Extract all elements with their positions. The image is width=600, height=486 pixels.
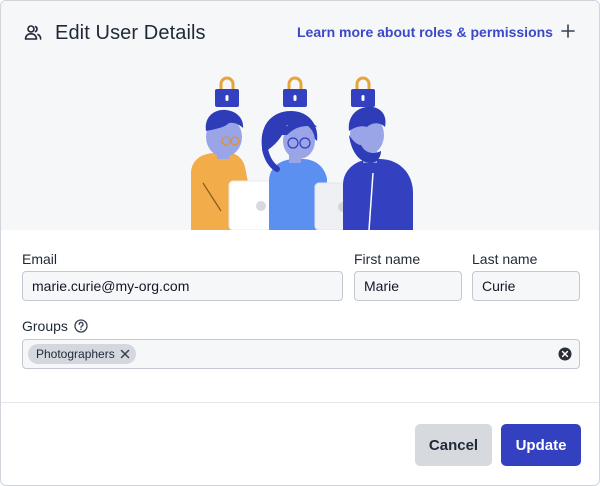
users-icon — [24, 25, 42, 40]
edit-user-dialog: Edit User Details Learn more about roles… — [0, 0, 600, 486]
lock-icon — [283, 76, 307, 107]
update-button[interactable]: Update — [501, 424, 581, 466]
group-chip-label: Photographers — [36, 347, 115, 361]
close-icon[interactable] — [120, 349, 130, 359]
dialog-header: Edit User Details Learn more about roles… — [23, 19, 579, 47]
groups-multiselect[interactable]: Photographers — [22, 339, 580, 369]
lock-icon — [351, 76, 375, 107]
cancel-button[interactable]: Cancel — [415, 424, 492, 466]
footer-divider — [1, 402, 599, 403]
dialog-title: Edit User Details — [55, 21, 206, 44]
last-name-field[interactable] — [472, 271, 580, 301]
question-circle-icon[interactable] — [74, 319, 88, 333]
team-illustration — [191, 76, 413, 230]
first-name-field[interactable] — [354, 271, 462, 301]
plus-icon[interactable] — [560, 23, 576, 39]
group-chip: Photographers — [28, 344, 136, 364]
email-field[interactable] — [22, 271, 343, 301]
groups-label: Groups — [22, 318, 68, 334]
first-name-label: First name — [354, 251, 421, 267]
clear-circle-icon[interactable] — [558, 347, 572, 361]
dialog-hero: Edit User Details Learn more about roles… — [1, 1, 599, 230]
email-label: Email — [22, 251, 58, 267]
last-name-label: Last name — [472, 251, 538, 267]
roles-permissions-link[interactable]: Learn more about roles & permissions — [297, 24, 553, 40]
lock-icon — [215, 76, 239, 107]
